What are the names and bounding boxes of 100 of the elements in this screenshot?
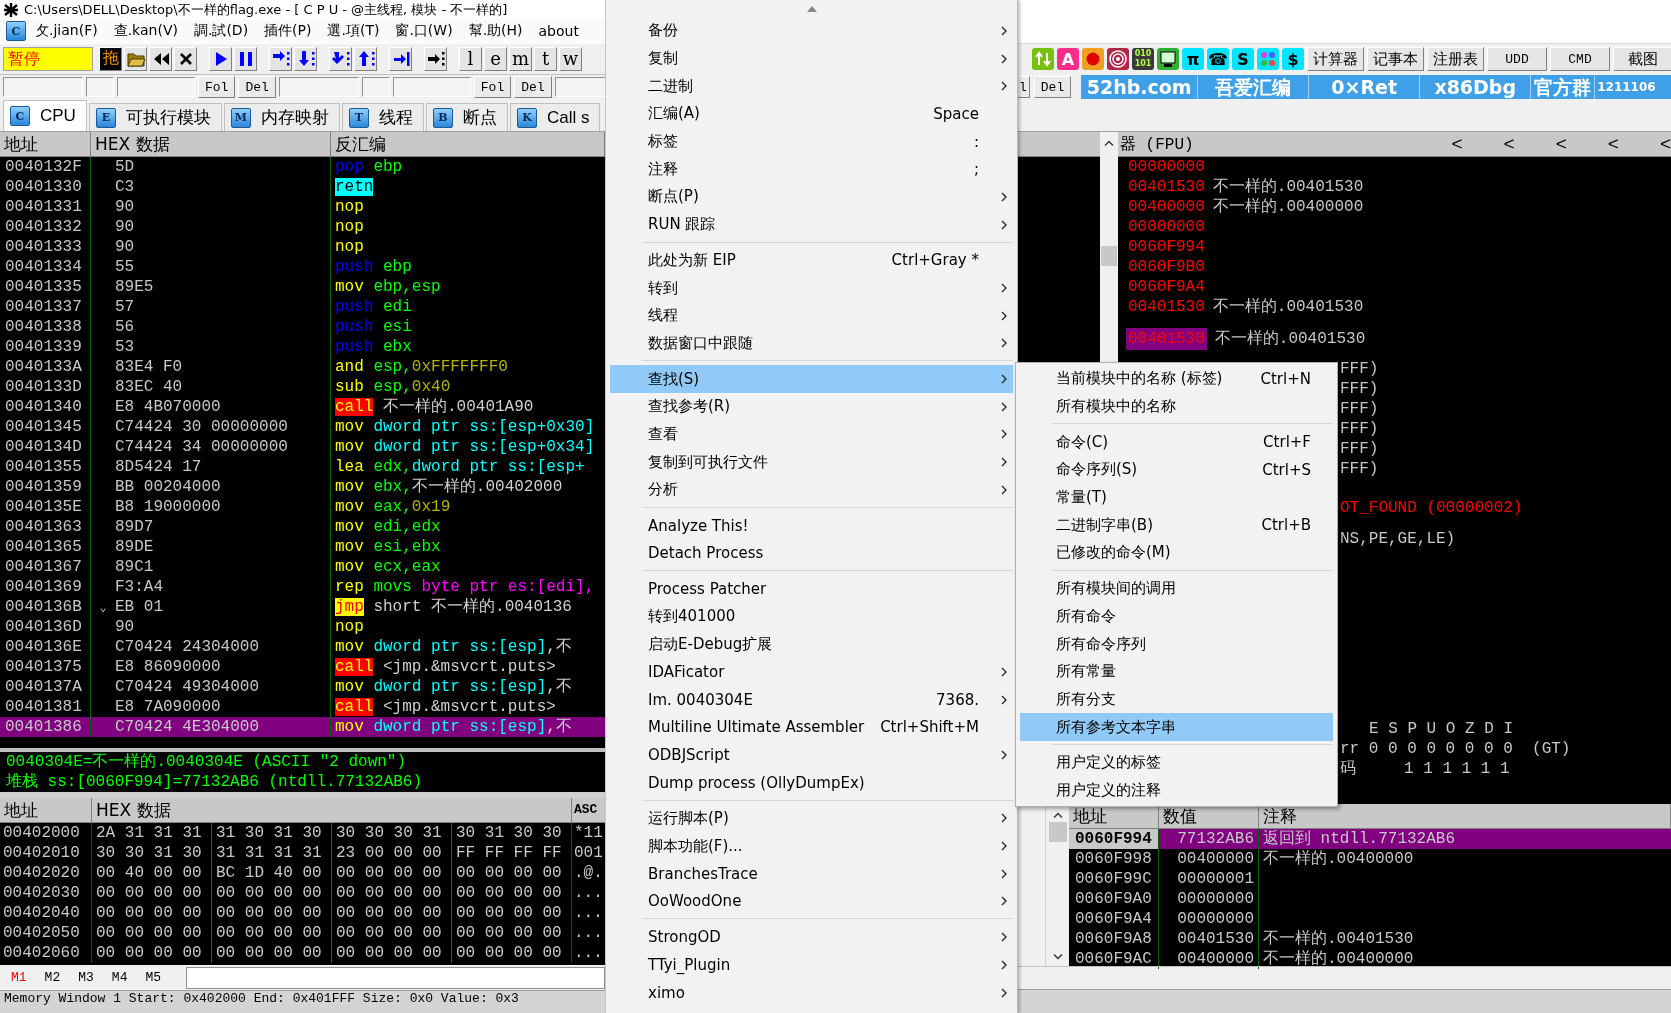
- menu-title[interactable]: 查.kan(V): [104, 22, 185, 41]
- menu-title[interactable]: 幫.助(H): [459, 22, 530, 41]
- code-row[interactable]: 00401355 8D5424 17 lea edx,dword ptr ss:[esp+: [0, 457, 605, 478]
- menu-item[interactable]: 所有模块间的调用: [1020, 574, 1333, 603]
- code-row[interactable]: 00401330 C3 retn: [0, 177, 605, 198]
- menu-item[interactable]: 常量(T): [1020, 483, 1333, 512]
- memory-tab[interactable]: M5: [138, 970, 169, 986]
- menu-item[interactable]: 所有命令序列: [1020, 630, 1333, 658]
- menu-item[interactable]: 此处为新 EIP Ctrl+Gray *: [610, 246, 1013, 275]
- menu-item[interactable]: 汇编(A) Space: [610, 100, 1013, 128]
- code-row[interactable]: 00401333 90 nop: [0, 237, 605, 258]
- menu-title[interactable]: 插件(P): [255, 22, 319, 41]
- menu-item[interactable]: 转到401000: [610, 602, 1013, 631]
- input-field[interactable]: [117, 77, 195, 98]
- toolbar-button[interactable]: m: [509, 46, 532, 71]
- code-row[interactable]: 0040135E B8 19000000 mov eax,0x19: [0, 497, 605, 518]
- toolbar-button[interactable]: e: [484, 46, 507, 71]
- menu-item[interactable]: 所有常量: [1020, 657, 1333, 686]
- menu-item[interactable]: 标签 :: [610, 127, 1013, 156]
- menu-item[interactable]: Multiline Ultimate Assembler Ctrl+Shift+M: [610, 713, 1013, 742]
- toolbar-icon[interactable]: A: [1057, 48, 1079, 70]
- menu-item[interactable]: 二进制字串(B) Ctrl+B: [1020, 511, 1333, 540]
- code-row[interactable]: 00401331 90 nop: [0, 197, 605, 218]
- code-row[interactable]: 0040136B ⌄ EB 01 jmp short 不一样的.0040136: [0, 597, 605, 618]
- arrows-icon[interactable]: [1032, 48, 1054, 70]
- menu-item[interactable]: 查找参考(R): [610, 392, 1013, 421]
- scroll-thumb[interactable]: [1048, 822, 1067, 842]
- code-row[interactable]: 0040132F 5D pop ebp: [0, 157, 605, 178]
- menu-item[interactable]: 当前模块中的名称 (标签) Ctrl+N: [1020, 365, 1333, 393]
- menu-item[interactable]: Im. 0040304E 7368.: [610, 685, 1013, 714]
- scroll-button[interactable]: <: [1497, 133, 1521, 155]
- toolbar-button[interactable]: [294, 46, 317, 71]
- app-menu-icon[interactable]: C: [6, 21, 26, 42]
- toolbar-icon[interactable]: $: [1282, 48, 1304, 70]
- dots-icon[interactable]: [1257, 48, 1279, 70]
- menu-item[interactable]: 运行脚本(P): [610, 804, 1013, 833]
- toolbar-button[interactable]: [234, 46, 257, 71]
- menu-item[interactable]: 数据窗口中跟随: [610, 329, 1013, 358]
- code-row[interactable]: 0040137A C70424 49304000 mov dword ptr ss:[esp],不: [0, 677, 605, 698]
- toolbar-button[interactable]: [354, 46, 377, 71]
- menu-item[interactable]: 用户定义的标签: [1020, 748, 1333, 777]
- code-row[interactable]: 00401367 89C1 mov ecx,eax: [0, 557, 605, 578]
- menu-item[interactable]: 所有参考文本字串: [1020, 713, 1333, 741]
- toolbar-icon[interactable]: S: [1232, 48, 1254, 70]
- code-row[interactable]: 0040134D C74424 34 00000000 mov dword ptr ss:[esp+0x34]: [0, 437, 605, 458]
- menu-item[interactable]: Dump process (OllyDumpEx): [610, 768, 1013, 797]
- code-row[interactable]: 00401339 53 push ebx: [0, 337, 605, 358]
- tab[interactable]: B 断点: [425, 103, 508, 132]
- menu-item[interactable]: 分析: [610, 476, 1013, 504]
- code-row[interactable]: 00401332 90 nop: [0, 217, 605, 238]
- stack-row[interactable]: 0060F9A8 00401530 不一样的.00401530: [1069, 929, 1671, 949]
- toolbar-button[interactable]: [389, 46, 412, 71]
- menu-item[interactable]: 所有分支: [1020, 685, 1333, 714]
- toolbar-button[interactable]: 注册表: [1427, 47, 1484, 71]
- menu-item[interactable]: ximo: [610, 978, 1013, 1007]
- toolbar-button[interactable]: [174, 46, 197, 71]
- toolbar-icon[interactable]: 010 101: [1132, 48, 1154, 70]
- menu-item[interactable]: TTyi_Plugin: [610, 951, 1013, 979]
- toolbar-button[interactable]: Del: [1033, 76, 1072, 98]
- toolbar-button[interactable]: t: [534, 46, 557, 71]
- menu-item[interactable]: BranchesTrace: [610, 859, 1013, 888]
- menu-item[interactable]: 断点(P): [610, 183, 1013, 211]
- code-row[interactable]: 00401359 BB 00204000 mov ebx,不一样的.00402000: [0, 477, 605, 498]
- tab[interactable]: K Call s: [509, 103, 601, 132]
- scroll-button[interactable]: <: [1445, 133, 1469, 155]
- toolbar-icon[interactable]: π: [1182, 48, 1204, 70]
- tab[interactable]: M 内存映射: [223, 103, 340, 132]
- menu-item[interactable]: 查看: [610, 420, 1013, 449]
- code-row[interactable]: 00401340 E8 4B070000 call 不一样的.00401A90: [0, 397, 605, 418]
- toolbar-button[interactable]: Fol: [473, 76, 512, 99]
- tab[interactable]: C CPU: [3, 100, 87, 132]
- tab[interactable]: E 可执行模块: [88, 103, 222, 132]
- code-row[interactable]: 00401338 56 push esi: [0, 317, 605, 338]
- code-row[interactable]: 0040133A 83E4 F0 and esp,0xFFFFFFF0: [0, 357, 605, 378]
- tab[interactable]: T 线程: [341, 103, 424, 132]
- input-field[interactable]: [554, 77, 605, 98]
- code-row[interactable]: 0040136E C70424 24304000 mov dword ptr ss:[esp],不: [0, 637, 605, 658]
- toolbar-button[interactable]: 记事本: [1367, 47, 1424, 71]
- code-row[interactable]: 00401386 C70424 4E304000 mov dword ptr ss:[esp],不: [0, 717, 605, 738]
- menu-item[interactable]: ODBJScript: [610, 741, 1013, 769]
- memory-tab[interactable]: M2: [37, 970, 68, 986]
- memory-tab[interactable]: M1: [4, 970, 34, 986]
- menu-item[interactable]: StrongOD: [610, 923, 1013, 951]
- toolbar-button[interactable]: [424, 46, 447, 71]
- code-row[interactable]: 00401334 55 push ebp: [0, 257, 605, 278]
- menu-item[interactable]: Process Patcher: [610, 575, 1013, 603]
- toolbar-button[interactable]: Fol: [198, 76, 236, 99]
- menu-item[interactable]: RUN 跟踪: [610, 210, 1013, 239]
- menu-item[interactable]: 备份: [610, 17, 1013, 45]
- menu-item[interactable]: 命令(C) Ctrl+F: [1020, 428, 1333, 457]
- scroll-button[interactable]: <: [1601, 133, 1625, 155]
- toolbar-button[interactable]: CMD: [1550, 47, 1610, 71]
- menu-item[interactable]: 所有命令: [1020, 602, 1333, 631]
- menu-item[interactable]: 启动E-Debug扩展: [610, 630, 1013, 659]
- target-icon[interactable]: [1107, 48, 1129, 70]
- code-row[interactable]: 0040133D 83EC 40 sub esp,0x40: [0, 377, 605, 398]
- menu-item[interactable]: 所有模块中的名称: [1020, 392, 1333, 421]
- stack-row[interactable]: 0060F9AC 00400000 不一样的.00400000: [1069, 949, 1671, 969]
- toolbar-button[interactable]: 计算器: [1307, 47, 1364, 71]
- menu-title[interactable]: 窗.口(W): [386, 22, 460, 41]
